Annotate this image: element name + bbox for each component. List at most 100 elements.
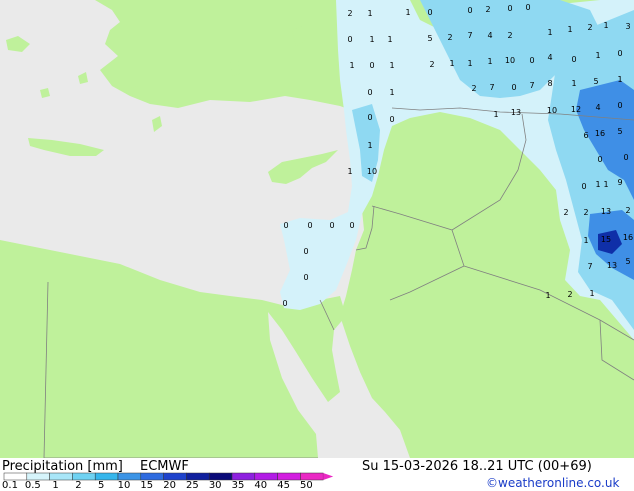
precip-value-label: 0 bbox=[349, 221, 354, 230]
precip-value-label: 2 bbox=[447, 33, 452, 42]
precip-value-label: 2 bbox=[471, 84, 476, 93]
precip-value-label: 7 bbox=[529, 81, 534, 90]
precip-value-label: 16 bbox=[595, 129, 605, 138]
precip-value-label: 0 bbox=[367, 113, 372, 122]
precip-value-label: 12 bbox=[571, 105, 581, 114]
precip-value-label: 1 bbox=[617, 75, 622, 84]
precip-value-label: 1 bbox=[467, 59, 472, 68]
precip-value-label: 0 bbox=[617, 101, 622, 110]
legend-tick-label: 30 bbox=[208, 480, 222, 491]
precip-value-label: 3 bbox=[625, 22, 630, 31]
precip-value-label: 0 bbox=[303, 247, 308, 256]
precip-value-label: 1 bbox=[603, 180, 608, 189]
precip-value-label: 4 bbox=[547, 53, 552, 62]
precip-value-label: 8 bbox=[547, 79, 552, 88]
precip-value-label: 1 bbox=[571, 79, 576, 88]
precip-value-label: 1 bbox=[449, 59, 454, 68]
precip-value-label: 1 bbox=[387, 35, 392, 44]
precip-value-label: 0 bbox=[389, 115, 394, 124]
precip-value-label: 7 bbox=[467, 31, 472, 40]
precip-value-label: 1 bbox=[405, 8, 410, 17]
precipitation-map: 2 1 1 0 0 2 0 00 1 1 5 2 7 4 2 1 1 2 1 31 0 1 2 1 1 1 10 0 4 0 1 00 1 2 7 0… bbox=[0, 0, 634, 458]
precip-value-label: 10 bbox=[547, 106, 557, 115]
precip-value-label: 1 bbox=[589, 289, 594, 298]
precip-value-label: 7 bbox=[587, 262, 592, 271]
precip-value-label: 7 bbox=[489, 83, 494, 92]
precip-value-label: 1 bbox=[349, 61, 354, 70]
precip-value-label: 2 bbox=[507, 31, 512, 40]
legend-tick-label: 25 bbox=[186, 480, 199, 491]
precip-value-label: 10 bbox=[367, 167, 377, 176]
precip-value-label: 1 bbox=[603, 21, 608, 30]
precip-value-label: 1 bbox=[487, 57, 492, 66]
precip-value-label: 4 bbox=[595, 103, 600, 112]
precip-value-label: 0 bbox=[597, 155, 602, 164]
precip-value-label: 4 bbox=[487, 31, 492, 40]
legend-tick-label: 0.5 bbox=[24, 480, 41, 491]
legend-tick-label: 0.1 bbox=[2, 480, 18, 491]
legend-ticks: 0.1 0.5 1 2 5 10 15 20 25 30 35 40 45 50 bbox=[0, 458, 340, 491]
precip-value-label: 5 bbox=[625, 257, 630, 266]
precip-value-label: 16 bbox=[623, 233, 633, 242]
precip-value-label: 2 bbox=[347, 9, 352, 18]
legend-tick-label: 10 bbox=[117, 480, 131, 491]
precip-value-label: 15 bbox=[601, 235, 611, 244]
precip-value-label: 2 bbox=[429, 60, 434, 69]
precip-value-label: 0 bbox=[427, 8, 432, 17]
legend-tick-label: 50 bbox=[300, 480, 313, 491]
precip-value-label: 1 bbox=[545, 291, 550, 300]
precip-value-label: 0 bbox=[367, 88, 372, 97]
precip-value-label: 1 bbox=[595, 180, 600, 189]
precip-value-label: 1 bbox=[547, 28, 552, 37]
legend-tick-label: 35 bbox=[231, 480, 245, 491]
precip-value-label: 1 bbox=[347, 167, 352, 176]
precip-value-label: 2 bbox=[625, 206, 630, 215]
precip-value-label: 0 bbox=[571, 55, 576, 64]
precip-value-label: 0 bbox=[617, 49, 622, 58]
precip-value-label: 5 bbox=[427, 34, 432, 43]
precip-value-label: 1 bbox=[367, 141, 372, 150]
legend-tick-label: 40 bbox=[254, 480, 268, 491]
precip-value-label: 13 bbox=[511, 108, 521, 117]
precip-value-label: 2 bbox=[567, 290, 572, 299]
precip-value-label: 1 bbox=[389, 88, 394, 97]
precip-value-label: 10 bbox=[505, 56, 515, 65]
precip-value-label: 0 bbox=[303, 273, 308, 282]
precip-value-label: 1 bbox=[583, 236, 588, 245]
precip-value-label: 13 bbox=[607, 261, 617, 270]
precip-value-label: 5 bbox=[593, 77, 598, 86]
precip-value-label: 9 bbox=[617, 178, 622, 187]
precip-value-label: 2 bbox=[485, 5, 490, 14]
precip-value-label: 0 bbox=[529, 56, 534, 65]
precip-value-label: 0 bbox=[282, 299, 287, 308]
precip-value-label: 2 bbox=[563, 208, 568, 217]
precip-value-label: 0 bbox=[369, 61, 374, 70]
precip-value-label: 5 bbox=[617, 127, 622, 136]
precip-value-label: 1 bbox=[367, 9, 372, 18]
legend-tick-label: 1 bbox=[52, 480, 59, 491]
precip-value-label: 0 bbox=[283, 221, 288, 230]
precip-value-label: 2 bbox=[587, 23, 592, 32]
legend-tick-label: 20 bbox=[163, 480, 176, 491]
precip-value-label: 0 bbox=[623, 153, 628, 162]
precip-value-label: 0 bbox=[507, 4, 512, 13]
precip-value-label: 0 bbox=[525, 3, 530, 12]
legend-footer: Precipitation [mm] ECMWF Su 15-03-2026 1… bbox=[0, 458, 634, 491]
precip-value-label: 6 bbox=[583, 131, 588, 140]
legend-tick-label: 45 bbox=[277, 480, 290, 491]
precip-value-label: 0 bbox=[307, 221, 312, 230]
valid-time: Su 15-03-2026 18..21 UTC (00+69) bbox=[362, 459, 592, 474]
precip-value-label: 1 bbox=[567, 25, 572, 34]
legend-tick-label: 15 bbox=[140, 480, 154, 491]
precip-value-label: 0 bbox=[511, 83, 516, 92]
precip-value-label: 1 bbox=[369, 35, 374, 44]
precip-value-label: 1 bbox=[493, 110, 498, 119]
precip-value-label: 0 bbox=[467, 6, 472, 15]
precip-value-label: 0 bbox=[329, 221, 334, 230]
credit-text: ©weatheronline.co.uk bbox=[486, 476, 620, 490]
legend-tick-label: 5 bbox=[98, 480, 105, 491]
precip-value-label: 1 bbox=[595, 51, 600, 60]
precip-value-label: 0 bbox=[347, 35, 352, 44]
precip-value-label: 13 bbox=[601, 207, 611, 216]
legend-tick-label: 2 bbox=[75, 480, 82, 491]
